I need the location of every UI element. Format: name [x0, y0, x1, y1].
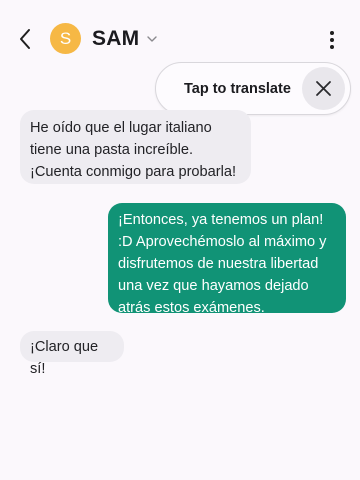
message-bubble-incoming[interactable]: ¡Claro que sí!: [20, 331, 124, 377]
more-options-icon[interactable]: [324, 28, 340, 52]
back-icon[interactable]: [14, 26, 38, 52]
translate-pill[interactable]: Tap to translate: [155, 62, 351, 115]
message-bubble-outgoing[interactable]: ¡Entonces, ya tenemos un plan! :D Aprove…: [108, 203, 346, 316]
translate-label[interactable]: Tap to translate: [184, 81, 291, 97]
close-icon: [316, 81, 331, 96]
avatar[interactable]: S: [50, 23, 81, 54]
contact-name[interactable]: SAM: [92, 27, 139, 51]
more-dot: [330, 31, 334, 35]
chevron-down-icon[interactable]: [145, 32, 159, 44]
more-dot: [330, 38, 334, 42]
close-translate-button[interactable]: [302, 67, 345, 110]
more-dot: [330, 45, 334, 49]
message-bubble-incoming[interactable]: He oído que el lugar italiano tiene una …: [20, 110, 251, 184]
